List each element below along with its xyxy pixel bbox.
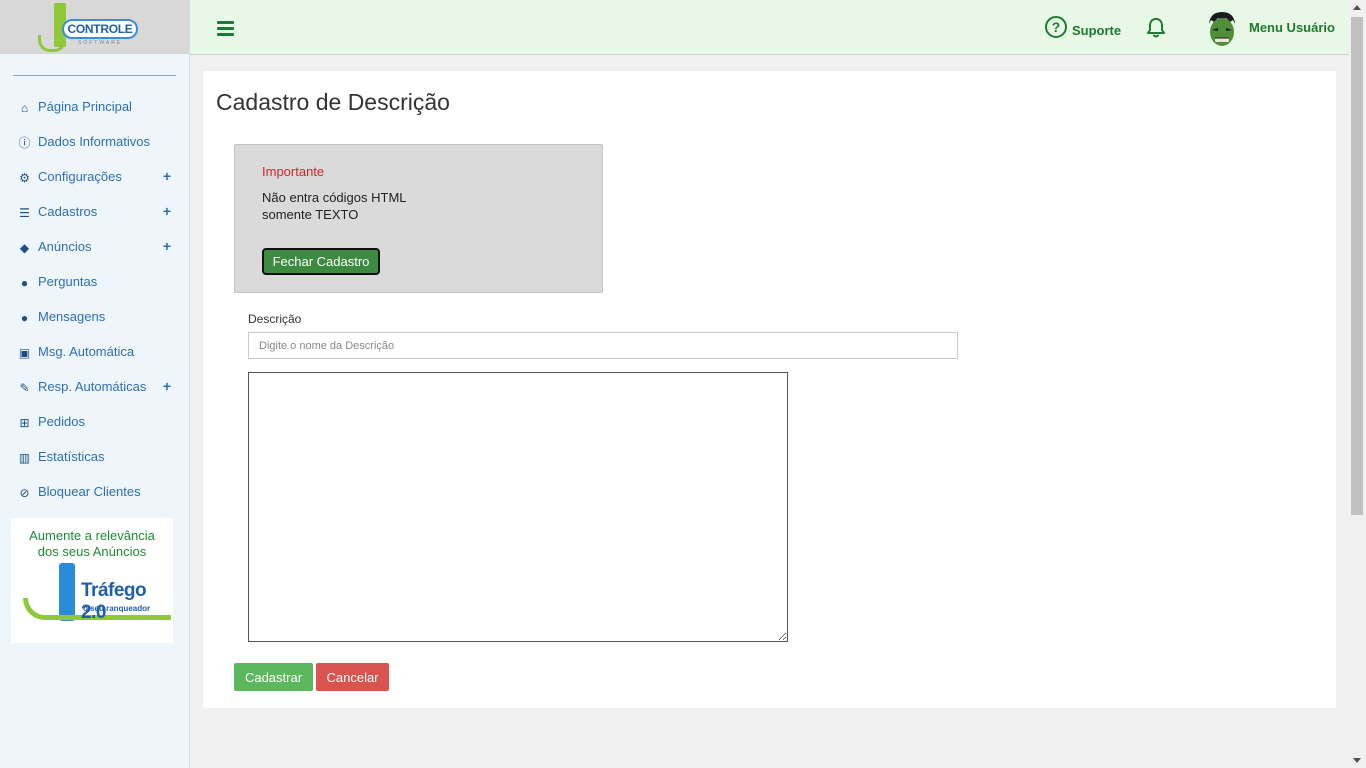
page-scrollbar[interactable]	[1349, 0, 1366, 768]
page-title: Cadastro de Descrição	[216, 89, 450, 115]
sidebar-item-mensagens[interactable]: ● Mensagens	[0, 299, 189, 334]
description-input[interactable]	[248, 332, 958, 359]
notice-line-2: somente TEXTO	[262, 207, 359, 222]
banner-headline-line-1: Aumente a relevância	[29, 528, 155, 543]
description-label: Descrição	[248, 312, 302, 326]
list-icon: ☰	[19, 206, 30, 220]
register-button[interactable]: Cadastrar	[234, 663, 313, 691]
sidebar-item-label: Estatísticas	[38, 449, 105, 464]
sidebar-item-label: Anúncios	[38, 239, 92, 254]
cancel-button[interactable]: Cancelar	[316, 663, 389, 691]
sidebar-item-label: Página Principal	[38, 99, 132, 114]
sidebar-item-label: Mensagens	[38, 309, 106, 324]
comment-icon: ●	[20, 276, 29, 290]
sidebar-item-label: Resp. Automáticas	[38, 379, 147, 394]
magic-wand-icon: ✎	[19, 381, 30, 395]
expand-plus-icon[interactable]: +	[163, 194, 171, 229]
sidebar-item-estatisticas[interactable]: ▥ Estatísticas	[0, 439, 189, 474]
main-panel: Cadastro de Descrição Importante Não ent…	[203, 71, 1336, 708]
user-menu[interactable]: Menu Usuário	[1249, 20, 1335, 35]
logo-area[interactable]: CONTROLE SOFTWARE	[0, 0, 189, 54]
expand-plus-icon[interactable]: +	[163, 159, 171, 194]
notice-heading: Importante	[262, 164, 325, 179]
sidebar-item-anuncios[interactable]: ◆ Anúncios +	[0, 229, 189, 264]
notice-line-1: Não entra códigos HTML	[262, 190, 407, 205]
user-avatar[interactable]	[1206, 10, 1238, 48]
banner-brand-tagline: o seu ranqueador	[83, 604, 151, 613]
help-circle-icon: ?	[1045, 16, 1067, 38]
sidebar-item-label: Configurações	[38, 169, 122, 184]
sidebar-item-pagina-principal[interactable]: ⌂ Página Principal	[0, 89, 189, 124]
sidebar-nav: ⌂ Página Principal ⓘ Dados Informativos ⚙ C…	[0, 89, 189, 509]
robot-icon: ▣	[18, 346, 31, 360]
sidebar: CONTROLE SOFTWARE ⌂ Página Principal ⓘ Dad…	[0, 0, 190, 768]
description-textarea[interactable]	[248, 372, 788, 642]
sidebar-item-cadastros[interactable]: ☰ Cadastros +	[0, 194, 189, 229]
bar-chart-icon: ▥	[18, 451, 31, 465]
sidebar-item-label: Dados Informativos	[38, 134, 150, 149]
sidebar-item-label: Perguntas	[38, 274, 98, 289]
sidebar-item-pedidos[interactable]: ⊞ Pedidos	[0, 404, 189, 439]
bell-icon[interactable]	[1145, 17, 1167, 39]
top-bar: ? Suporte Menu Usuário	[190, 0, 1349, 55]
hamburger-menu-icon[interactable]	[217, 21, 234, 36]
sidebar-item-perguntas[interactable]: ● Perguntas	[0, 264, 189, 299]
home-icon: ⌂	[20, 101, 29, 115]
sidebar-item-msg-automatica[interactable]: ▣ Msg. Automática	[0, 334, 189, 369]
scroll-down-arrow-icon[interactable]	[1353, 758, 1361, 763]
tags-icon: ◆	[19, 241, 30, 255]
logo-tagline: SOFTWARE	[78, 40, 123, 46]
trafego-promo-banner[interactable]: Aumente a relevância dos seus Anúncios T…	[11, 518, 173, 643]
cart-icon: ⊞	[19, 416, 30, 430]
banner-headline-line-2: dos seus Anúncios	[37, 544, 147, 559]
banner-brand: Tráfego 2.0	[81, 580, 147, 623]
logo-mark-curve	[38, 35, 66, 52]
ban-icon: ⊘	[19, 486, 30, 500]
logo-wordmark: CONTROLE	[62, 19, 138, 39]
sidebar-item-label: Pedidos	[38, 414, 85, 429]
logo[interactable]: CONTROLE SOFTWARE	[34, 3, 138, 52]
expand-plus-icon[interactable]: +	[163, 369, 171, 404]
sidebar-divider	[13, 75, 176, 76]
scroll-up-arrow-icon[interactable]	[1353, 5, 1361, 10]
sidebar-item-label: Msg. Automática	[38, 344, 135, 359]
close-registration-button[interactable]: Fechar Cadastro	[262, 248, 380, 275]
sidebar-item-label: Bloquear Clientes	[38, 484, 141, 499]
support-label: Suporte	[1072, 23, 1122, 39]
support-link[interactable]: ? Suporte	[1045, 16, 1121, 40]
sidebar-item-resp-automaticas[interactable]: ✎ Resp. Automáticas +	[0, 369, 189, 404]
banner-headline: Aumente a relevância dos seus Anúncios	[11, 528, 173, 560]
scrollbar-thumb[interactable]	[1351, 17, 1363, 515]
sidebar-item-configuracoes[interactable]: ⚙ Configurações +	[0, 159, 189, 194]
expand-plus-icon[interactable]: +	[163, 229, 171, 264]
sidebar-item-dados-informativos[interactable]: ⓘ Dados Informativos	[0, 124, 189, 159]
comments-icon: ●	[20, 311, 29, 325]
notice-box: Importante Não entra códigos HTML soment…	[234, 144, 603, 293]
sidebar-item-label: Cadastros	[38, 204, 98, 219]
sidebar-item-bloquear-clientes[interactable]: ⊘ Bloquear Clientes	[0, 474, 189, 509]
gear-icon: ⚙	[19, 171, 30, 185]
info-icon: ⓘ	[18, 136, 31, 150]
